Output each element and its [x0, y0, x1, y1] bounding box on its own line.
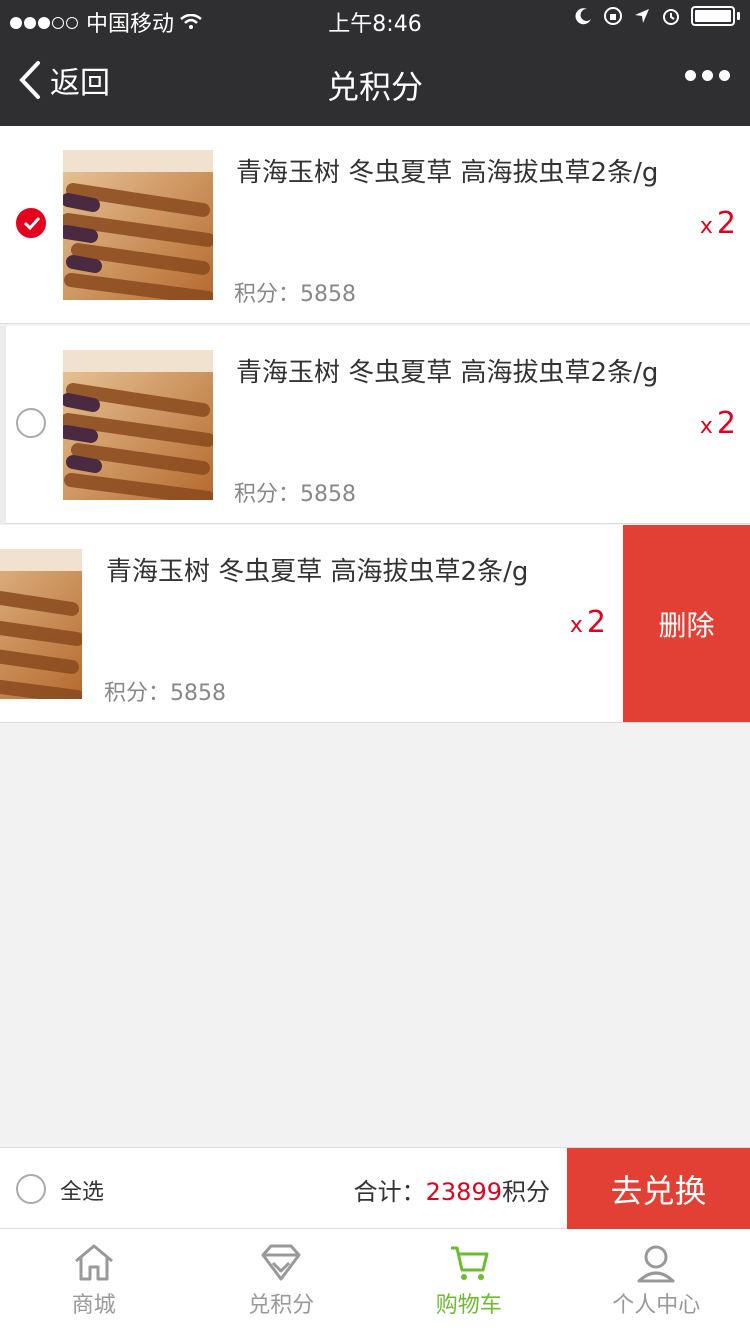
product-image[interactable]	[63, 350, 213, 500]
delete-button[interactable]: 删除	[623, 525, 750, 722]
tab-label: 商城	[71, 1293, 116, 1318]
location-icon	[635, 9, 649, 23]
rotation-lock-icon	[604, 7, 622, 25]
product-name: 青海玉树 冬虫夏草 高海拔虫草2条/g	[106, 557, 529, 587]
product-points: 积分：5858	[234, 276, 356, 308]
quantity-value: 2	[716, 406, 736, 441]
more-dot	[702, 70, 713, 81]
total-label: 合计：	[353, 1178, 426, 1206]
product-name: 青海玉树 冬虫夏草 高海拔虫草2条/g	[236, 358, 659, 388]
battery-tip	[737, 12, 740, 20]
product-name: 青海玉树 冬虫夏草 高海拔虫草2条/g	[236, 158, 659, 188]
tab-label: 个人中心	[612, 1293, 701, 1318]
alarm-icon	[663, 9, 679, 25]
quantity-x: x	[699, 414, 713, 439]
cart-item-swiped[interactable]: 青海玉树 冬虫夏草 高海拔虫草2条/g x2 积分：5858 删除	[0, 525, 750, 723]
redeem-button[interactable]: 去兑换	[567, 1148, 750, 1230]
home-icon	[74, 1244, 113, 1281]
page-title: 兑积分	[326, 68, 423, 106]
points-value: 5858	[300, 282, 357, 307]
points-label: 积分：	[234, 482, 301, 507]
total-value: 23899	[425, 1178, 502, 1206]
points-label: 积分：	[234, 282, 301, 307]
user-icon	[637, 1245, 675, 1283]
quantity-value: 2	[716, 206, 736, 241]
points-label: 积分：	[104, 681, 171, 706]
status-bar: 中国移动 上午8:46	[0, 0, 750, 40]
quantity-x: x	[569, 613, 583, 638]
battery-icon	[691, 6, 735, 26]
tab-mall[interactable]: 商城	[0, 1229, 188, 1334]
tab-label: 兑积分	[248, 1293, 315, 1318]
item-edge-bar	[0, 326, 6, 524]
quantity-x: x	[699, 214, 713, 239]
item-checkbox[interactable]	[16, 208, 46, 238]
status-icons	[575, 6, 740, 26]
select-all-checkbox[interactable]	[16, 1174, 46, 1204]
tab-bar: 商城 兑积分 购物车 个人中心	[0, 1229, 750, 1334]
product-quantity: x2	[700, 206, 736, 241]
total-unit: 积分	[502, 1178, 550, 1206]
tab-points[interactable]: 兑积分	[188, 1229, 376, 1334]
moon-icon	[575, 8, 591, 25]
product-points: 积分：5858	[104, 675, 226, 707]
quantity-value: 2	[586, 605, 606, 640]
product-image[interactable]	[63, 150, 213, 300]
top-bar: 中国移动 上午8:46 返回 兑积分	[0, 0, 750, 126]
more-dot	[685, 70, 696, 81]
product-quantity: x2	[570, 605, 606, 640]
product-image[interactable]	[0, 549, 82, 699]
total-summary: 合计：23899积分	[354, 1172, 550, 1207]
more-menu-button[interactable]	[685, 70, 730, 81]
product-points: 积分：5858	[234, 476, 356, 508]
select-all-label[interactable]: 全选	[60, 1174, 104, 1206]
diamond-icon	[261, 1244, 301, 1281]
cart-item[interactable]: 青海玉树 冬虫夏草 高海拔虫草2条/g x2 积分：5858	[0, 326, 750, 524]
checkout-bar: 全选 合计：23899积分 去兑换	[0, 1147, 750, 1230]
cart-icon	[450, 1246, 489, 1280]
item-checkbox[interactable]	[16, 408, 46, 438]
tab-cart[interactable]: 购物车	[375, 1229, 563, 1334]
tab-label: 购物车	[435, 1293, 502, 1318]
nav-bar: 返回 兑积分	[0, 40, 750, 126]
points-value: 5858	[300, 482, 357, 507]
product-quantity: x2	[700, 406, 736, 441]
more-dot	[719, 70, 730, 81]
checkmark-icon	[23, 216, 41, 230]
cart-item[interactable]: 青海玉树 冬虫夏草 高海拔虫草2条/g x2 积分：5858	[0, 126, 750, 324]
points-value: 5858	[170, 681, 227, 706]
tab-profile[interactable]: 个人中心	[563, 1229, 750, 1334]
